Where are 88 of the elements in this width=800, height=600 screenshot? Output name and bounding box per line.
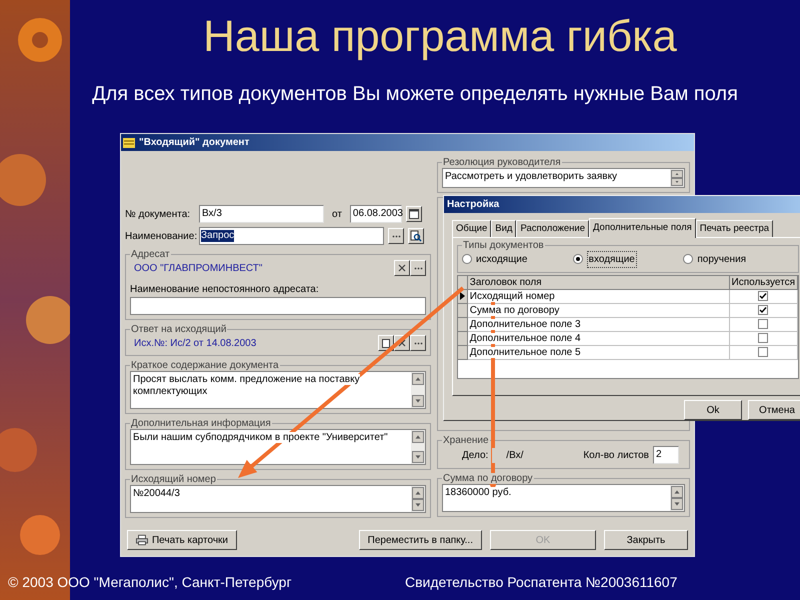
group-title: Ответ на исходящий xyxy=(130,324,228,335)
dialog-title: Настройка xyxy=(447,198,500,212)
field-label: от xyxy=(332,208,342,222)
scroll-up-icon[interactable] xyxy=(412,373,424,385)
field-label: Дело: xyxy=(462,448,488,462)
group-title: Резолюция руководителя xyxy=(442,157,562,168)
memo-field[interactable]: Были нашим субподрядчиком в проекте "Университет" xyxy=(130,429,426,465)
scroll-up-icon[interactable] xyxy=(412,431,424,443)
current-row-icon xyxy=(460,292,465,300)
field-label: Наименование: xyxy=(125,230,195,244)
browse-button[interactable] xyxy=(410,260,426,276)
field-label: Наименование непостоянного адресата: xyxy=(130,283,320,297)
temporary-addressee-field[interactable] xyxy=(130,297,426,315)
checkbox[interactable] xyxy=(758,333,768,344)
memo-field[interactable]: 18360000 руб. xyxy=(442,484,685,512)
radio-label: исходящие xyxy=(476,252,528,267)
close-icon xyxy=(398,264,406,272)
clear-button[interactable] xyxy=(394,260,410,276)
checkbox[interactable] xyxy=(758,291,768,302)
column-header[interactable]: Используется xyxy=(730,276,798,290)
dots-icon xyxy=(414,266,422,270)
checkbox[interactable] xyxy=(758,305,768,316)
scroll-up-icon[interactable] xyxy=(412,487,424,499)
name-field[interactable]: Запрос xyxy=(199,227,384,245)
addressee-name: ООО "ГЛАВПРОМИНВЕСТ" xyxy=(133,262,262,276)
scroll-up-icon[interactable] xyxy=(671,486,683,498)
tab[interactable]: Расположение xyxy=(516,220,590,237)
calendar-button[interactable] xyxy=(406,206,422,222)
checkbox[interactable] xyxy=(758,347,768,358)
checkbox[interactable] xyxy=(758,319,768,330)
scroll-down-icon[interactable] xyxy=(671,498,683,510)
radio-button[interactable] xyxy=(683,254,694,264)
tab[interactable]: Вид xyxy=(491,220,516,237)
window-title: "Входящий" документ xyxy=(139,136,250,150)
tab[interactable]: Дополнительные поля xyxy=(589,218,696,238)
document-icon xyxy=(382,338,390,348)
group-title: Адресат xyxy=(130,249,171,260)
group-title: Краткое содержание документа xyxy=(130,360,280,371)
printer-icon xyxy=(136,534,148,546)
table-cell: Дополнительное поле 3 xyxy=(468,318,730,332)
browse-button[interactable] xyxy=(410,335,426,351)
window-icon xyxy=(123,138,135,148)
dialog-button[interactable]: Отмена xyxy=(748,400,800,420)
radio-label: поручения xyxy=(697,252,746,267)
dialog-button[interactable]: Закрыть xyxy=(604,530,688,550)
table-cell: Дополнительное поле 4 xyxy=(468,332,730,346)
reply-reference: Исх.№: Ис/2 от 14.08.2003 xyxy=(133,336,256,350)
group-title: Хранение xyxy=(442,435,490,446)
radio-button[interactable] xyxy=(462,254,472,264)
calendar-icon xyxy=(408,209,419,219)
memo-field[interactable]: Рассмотреть и удовлетворить заявку xyxy=(442,168,685,188)
dialog-button[interactable]: Переместить в папку... xyxy=(358,530,482,550)
scroll-down-icon[interactable] xyxy=(412,395,424,407)
table-cell: Исходящий номер xyxy=(468,290,730,304)
table-cell: Сумма по договору xyxy=(468,304,730,318)
group-title: Сумма по договору xyxy=(442,473,534,484)
memo-field[interactable]: Просят выслать комм. предложение на поставку комплектующих xyxy=(130,371,426,409)
column-header[interactable]: Заголовок поля xyxy=(468,276,730,290)
radio-button[interactable] xyxy=(572,254,583,264)
print-button[interactable]: Печать карточки xyxy=(127,530,237,550)
case-number: /Вх/ xyxy=(492,448,524,462)
find-button[interactable] xyxy=(408,228,424,244)
field-label: № документа: xyxy=(125,208,192,222)
scroll-down-icon[interactable] xyxy=(412,451,424,463)
slide-title: Наша программа гибка xyxy=(203,12,677,62)
patent-text: Свидетельство Роспатента №2003611607 xyxy=(405,573,678,592)
document-number-field[interactable]: Вх/3 xyxy=(199,205,324,223)
dots-icon xyxy=(414,342,422,344)
date-field[interactable]: 06.08.2003 xyxy=(350,205,402,223)
dots-icon xyxy=(392,234,400,238)
magnifier-icon xyxy=(410,230,422,242)
table-cell: Дополнительное поле 5 xyxy=(468,346,730,360)
close-icon xyxy=(398,339,406,347)
memo-field[interactable]: №20044/3 xyxy=(130,485,426,513)
browse-button[interactable] xyxy=(388,228,404,244)
scroll-down-icon[interactable] xyxy=(412,499,424,511)
slide-subtitle: Для всех типов документов Вы можете определять нужные Вам поля xyxy=(92,82,738,106)
scroll-down-icon[interactable] xyxy=(671,178,683,186)
dialog-button[interactable]: Ok xyxy=(684,400,742,420)
tab[interactable]: Общие xyxy=(452,220,492,237)
group-title: Исходящий номер xyxy=(130,474,217,485)
radio-label: входящие xyxy=(586,250,637,268)
sheet-count-field[interactable]: 2 xyxy=(653,446,679,464)
group-title: Типы документов xyxy=(462,240,545,251)
group-title: Дополнительная информация xyxy=(130,418,272,429)
scroll-up-icon[interactable] xyxy=(671,170,683,178)
tab[interactable]: Печать реестра xyxy=(696,220,774,237)
field-label: Кол-во листов xyxy=(583,448,649,462)
